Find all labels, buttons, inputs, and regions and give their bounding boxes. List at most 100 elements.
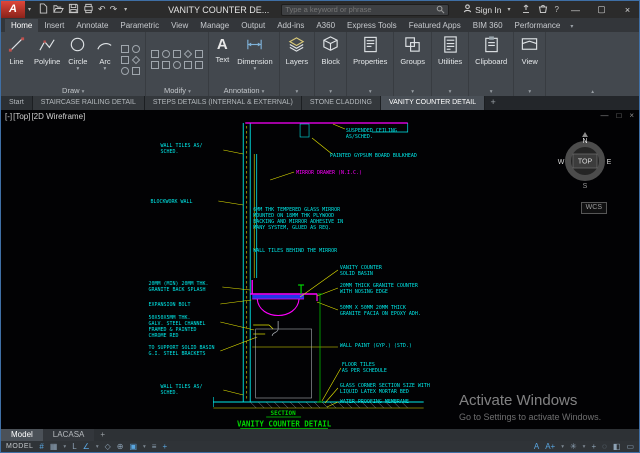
maximize-button[interactable]: ▢ (592, 4, 611, 15)
polygon-tool-icon[interactable] (132, 55, 140, 63)
tab-output[interactable]: Output (235, 19, 271, 32)
viewport-menu-control[interactable]: [-] (5, 112, 12, 121)
graphics-performance-icon[interactable]: ◧ (613, 442, 621, 452)
spline-tool-icon[interactable] (132, 67, 140, 75)
layers-button[interactable]: Layers (283, 34, 312, 85)
view-control[interactable]: [Top] (13, 112, 30, 121)
search-icon[interactable] (436, 1, 445, 19)
chevron-down-icon[interactable]: ▾ (121, 6, 130, 13)
file-tab-stone-cladding[interactable]: STONE CLADDING (302, 96, 381, 110)
grid-icon[interactable]: # (39, 442, 43, 452)
draw-panel-label[interactable]: Draw ▾ (1, 85, 145, 96)
tab-addins[interactable]: Add-ins (271, 19, 310, 32)
chevron-up-icon[interactable]: ▴ (591, 89, 594, 95)
groups-button[interactable]: Groups (397, 34, 428, 85)
file-tab-steps[interactable]: STEPS DETAILS (INTERNAL & EXTERNAL) (145, 96, 302, 110)
lineweight-icon[interactable]: ≡ (152, 442, 157, 452)
hatch-tool-icon[interactable] (121, 56, 129, 64)
visual-style-control[interactable]: [2D Wireframe] (31, 112, 85, 121)
compass-north[interactable]: N (582, 138, 587, 145)
tab-annotate[interactable]: Annotate (70, 19, 114, 32)
chevron-down-icon[interactable]: ▾ (143, 444, 146, 450)
text-tool-button[interactable]: A Text (212, 34, 232, 85)
chevron-down-icon[interactable]: ▾ (561, 444, 564, 450)
polar-tracking-icon[interactable]: ∠ (83, 442, 90, 452)
open-file-icon[interactable] (53, 1, 64, 19)
model-space-indicator[interactable]: MODEL (6, 443, 33, 450)
fillet-tool-icon[interactable] (184, 50, 192, 58)
modify-panel-label[interactable]: Modify ▾ (146, 85, 208, 96)
help-icon[interactable]: ? (555, 5, 559, 14)
chevron-down-icon[interactable]: ▾ (63, 444, 66, 450)
autocad-logo[interactable]: A (1, 1, 25, 18)
object-snap-tracking-icon[interactable]: ⊕ (117, 442, 124, 452)
drawing-minimize-button[interactable]: — (600, 111, 608, 120)
tab-performance[interactable]: Performance (509, 19, 567, 32)
model-tab[interactable]: Model (1, 429, 43, 441)
properties-panel-label[interactable]: ▾ (347, 85, 393, 96)
file-tab-start[interactable]: Start (1, 96, 33, 110)
ortho-icon[interactable]: L (72, 442, 76, 452)
new-layout-button[interactable]: + (94, 429, 111, 441)
stretch-tool-icon[interactable] (184, 61, 192, 69)
arc-tool-button[interactable]: Arc ▾ (92, 34, 117, 85)
scale-tool-icon[interactable] (173, 61, 181, 69)
redo-icon[interactable]: ↷ (110, 4, 118, 15)
line-tool-button[interactable]: Line (4, 34, 29, 85)
circle-tool-button[interactable]: Circle ▾ (65, 34, 90, 85)
layers-panel-label[interactable]: ▾ (280, 85, 315, 96)
dynamic-input-icon[interactable]: + (162, 442, 167, 452)
tab-bim360[interactable]: BIM 360 (467, 19, 509, 32)
block-panel-label[interactable]: ▾ (315, 85, 346, 96)
autoscale-icon[interactable]: A+ (545, 442, 555, 452)
file-tab-staircase[interactable]: STAIRCASE RAILING DETAIL (33, 96, 145, 110)
clipboard-panel-label[interactable]: ▾ (469, 85, 513, 96)
cad-drawing[interactable]: WALL TILES AS/ SCHED. BLOCKWORK WALL SUS… (1, 110, 639, 429)
tab-express-tools[interactable]: Express Tools (341, 19, 403, 32)
rectangle-tool-icon[interactable] (121, 45, 129, 53)
properties-button[interactable]: Properties (350, 34, 390, 85)
dimension-tool-button[interactable]: Dimension ▾ (234, 34, 275, 85)
utilities-button[interactable]: Utilities (435, 34, 465, 85)
view-cube-face-label[interactable]: TOP (578, 159, 593, 166)
drawing-close-button[interactable]: × (629, 111, 634, 120)
annotation-visibility-icon[interactable]: A (534, 442, 539, 452)
chevron-down-icon[interactable]: ▾ (566, 21, 577, 32)
copy-tool-icon[interactable] (151, 61, 159, 69)
mirror-tool-icon[interactable] (162, 61, 170, 69)
ucs-badge[interactable]: WCS (581, 202, 607, 214)
model-space-canvas[interactable]: WALL TILES AS/ SCHED. BLOCKWORK WALL SUS… (1, 110, 639, 429)
groups-panel-label[interactable]: ▾ (394, 85, 431, 96)
drawing-restore-button[interactable]: □ (616, 111, 621, 120)
compass-south[interactable]: S (583, 183, 588, 190)
utilities-panel-label[interactable]: ▾ (432, 85, 468, 96)
tab-manage[interactable]: Manage (194, 19, 235, 32)
isolate-objects-icon[interactable]: ◌ (602, 442, 607, 452)
tab-a360[interactable]: A360 (310, 19, 341, 32)
annotation-panel-label[interactable]: Annotation ▾ (209, 85, 278, 96)
erase-tool-icon[interactable] (195, 61, 203, 69)
tab-featured-apps[interactable]: Featured Apps (403, 19, 467, 32)
object-snap-icon[interactable]: ▣ (129, 442, 137, 452)
trim-tool-icon[interactable] (173, 50, 181, 58)
layout-tab-lacasa[interactable]: LACASA (43, 429, 95, 441)
plot-icon[interactable] (83, 1, 94, 19)
chevron-down-icon[interactable]: ▾ (583, 444, 586, 450)
sign-in-button[interactable]: Sign In ▾ (463, 4, 513, 15)
save-icon[interactable] (68, 1, 79, 19)
tab-parametric[interactable]: Parametric (114, 19, 165, 32)
tab-home[interactable]: Home (5, 19, 38, 32)
app-store-icon[interactable] (538, 4, 548, 16)
search-input[interactable] (285, 5, 436, 14)
block-button[interactable]: Block (318, 34, 343, 85)
revision-cloud-tool-icon[interactable] (121, 67, 129, 75)
isometric-drafting-icon[interactable]: ◇ (105, 442, 111, 452)
chevron-down-icon[interactable]: ▾ (96, 444, 99, 450)
annotation-monitor-icon[interactable]: + (591, 442, 596, 452)
tab-view[interactable]: View (165, 19, 194, 32)
undo-icon[interactable]: ↶ (98, 4, 106, 15)
rotate-tool-icon[interactable] (162, 50, 170, 58)
compass-west[interactable]: W (558, 159, 565, 166)
compass-east[interactable]: E (607, 159, 612, 166)
clean-screen-icon[interactable]: ▭ (626, 442, 634, 452)
